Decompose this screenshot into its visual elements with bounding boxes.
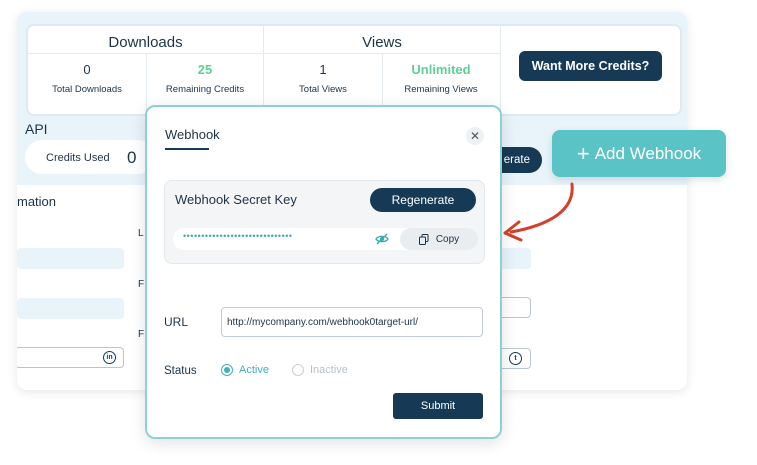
- radio-label: Inactive: [310, 364, 348, 376]
- add-webhook-label: Add Webhook: [594, 143, 702, 163]
- stat-total-views: 1 Total Views: [264, 62, 382, 95]
- linkedin-icon: in: [103, 351, 116, 364]
- credits-used-value: 0: [127, 148, 137, 167]
- stat-remaining-credits: 25 Remaining Credits: [146, 62, 264, 95]
- secret-key-panel: Webhook Secret Key Regenerate ••••••••••…: [164, 180, 485, 264]
- tab-underline: [165, 148, 209, 150]
- views-title: Views: [362, 34, 402, 51]
- info-field[interactable]: [497, 297, 531, 318]
- webhook-modal: Webhook ✕ Webhook Secret Key Regenerate …: [145, 105, 502, 439]
- info-field[interactable]: [497, 248, 531, 269]
- stat-label: Total Views: [299, 84, 347, 95]
- api-title: API: [25, 121, 48, 137]
- info-field[interactable]: [17, 298, 124, 319]
- downloads-title: Downloads: [108, 34, 183, 51]
- secret-key-field: •••••••••••••••••••••••••••••• Copy: [173, 228, 478, 250]
- divider: [500, 26, 501, 114]
- stat-value: Unlimited: [411, 62, 471, 77]
- url-input[interactable]: [221, 307, 483, 337]
- status-active-radio[interactable]: Active: [221, 364, 269, 376]
- add-webhook-button[interactable]: + Add Webhook: [552, 130, 726, 177]
- credits-used-label: Credits Used: [46, 152, 110, 164]
- radio-selected-icon: [221, 364, 233, 376]
- stat-value: 0: [83, 62, 91, 77]
- stat-label: Total Downloads: [52, 84, 122, 95]
- plus-icon: +: [576, 140, 590, 166]
- regenerate-button[interactable]: Regenerate: [370, 188, 476, 212]
- twitter-icon: t: [509, 352, 522, 365]
- close-icon[interactable]: ✕: [466, 127, 484, 145]
- divider: [28, 53, 500, 54]
- stat-remaining-views: Unlimited Remaining Views: [382, 62, 500, 95]
- stat-total-downloads: 0 Total Downloads: [28, 62, 146, 95]
- field-label: F: [138, 279, 145, 290]
- copy-icon: [418, 233, 429, 245]
- status-inactive-radio[interactable]: Inactive: [292, 364, 348, 376]
- copy-label: Copy: [435, 233, 460, 245]
- radio-label: Active: [239, 364, 269, 376]
- stat-label: Remaining Views: [404, 84, 478, 95]
- status-label: Status: [164, 365, 197, 377]
- stat-value: 25: [197, 62, 213, 77]
- submit-button[interactable]: Submit: [393, 393, 483, 419]
- arrow-icon: [503, 182, 574, 242]
- masked-secret-key: ••••••••••••••••••••••••••••••: [183, 231, 293, 241]
- stats-box: Downloads Views 0 Total Downloads 25 Rem…: [26, 24, 682, 116]
- field-label: L: [138, 228, 144, 239]
- eye-off-icon[interactable]: [375, 232, 389, 246]
- copy-button[interactable]: Copy: [400, 228, 478, 250]
- stat-label: Remaining Credits: [165, 84, 245, 95]
- url-label: URL: [164, 315, 189, 329]
- radio-unselected-icon: [292, 364, 304, 376]
- modal-title: Webhook: [165, 127, 220, 142]
- want-more-credits-button[interactable]: Want More Credits?: [519, 51, 662, 81]
- secret-key-title: Webhook Secret Key: [175, 192, 297, 207]
- stat-value: 1: [319, 62, 327, 77]
- info-field[interactable]: [17, 248, 124, 269]
- information-title: mation: [17, 194, 57, 209]
- field-label: F: [138, 329, 145, 340]
